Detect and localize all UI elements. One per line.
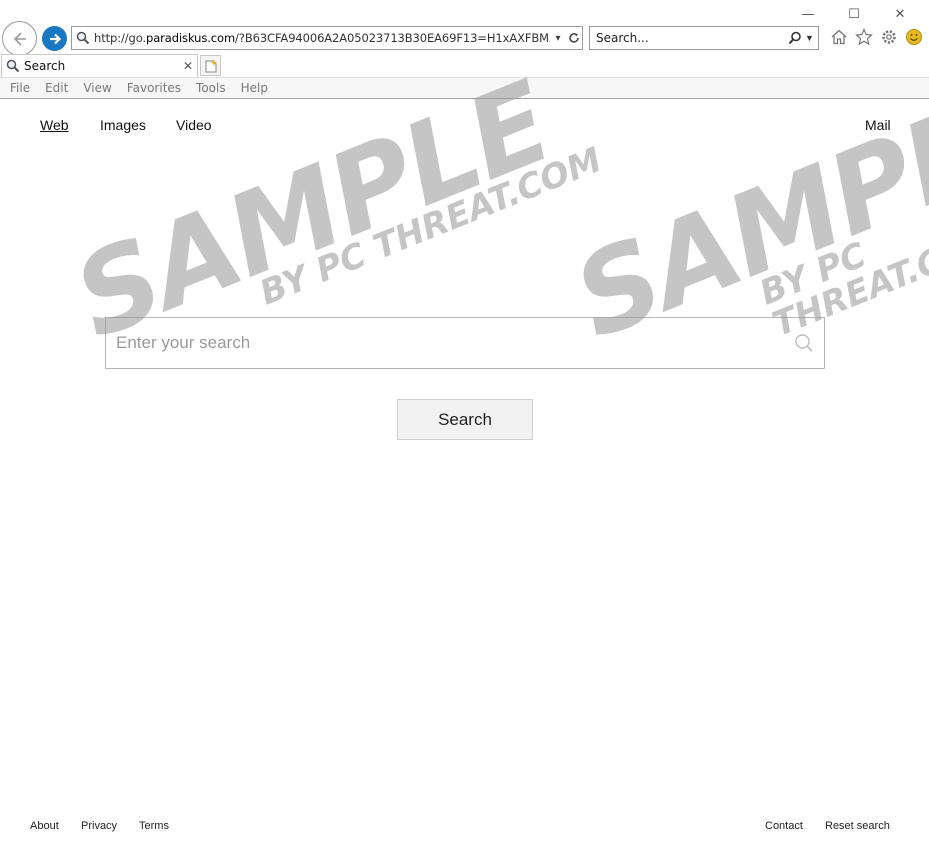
toolbar-icons xyxy=(829,27,924,47)
footer-privacy-link[interactable]: Privacy xyxy=(81,820,117,832)
top-navigation: Web Images Video Mail xyxy=(0,117,929,137)
watermark-sub-text: BY PC THREAT.COM xyxy=(754,217,929,346)
new-tab-icon xyxy=(205,59,217,72)
browser-search-box[interactable]: ▼ xyxy=(589,26,819,50)
window-controls: — ☐ ✕ xyxy=(785,4,923,24)
favorites-star-icon[interactable] xyxy=(854,27,874,47)
chevron-down-icon: ▼ xyxy=(805,33,814,43)
url-domain: paradiskus.com xyxy=(146,31,236,45)
browser-search-input[interactable] xyxy=(590,31,784,45)
gear-icon[interactable] xyxy=(879,27,899,47)
menu-view[interactable]: View xyxy=(83,81,111,95)
nav-images-link[interactable]: Images xyxy=(100,117,146,133)
url-rest: /?B63CFA94006A2A05023713B30EA69F13=H1xAX… xyxy=(235,31,550,45)
browser-chrome: — ☐ ✕ http://go.paradiskus.com/?B63CFA94… xyxy=(0,0,929,99)
tab-title: Search xyxy=(24,59,66,73)
refresh-icon[interactable] xyxy=(566,32,582,44)
watermark-main-text: SAMPLE xyxy=(557,57,929,365)
minimize-button[interactable]: — xyxy=(785,4,831,24)
browser-search-button[interactable]: ▼ xyxy=(784,31,818,45)
close-window-button[interactable]: ✕ xyxy=(877,4,923,24)
home-icon[interactable] xyxy=(829,27,849,47)
tab-close-icon[interactable]: ✕ xyxy=(179,59,197,73)
new-tab-button[interactable] xyxy=(200,55,221,76)
menu-file[interactable]: File xyxy=(10,81,30,95)
footer-reset-search-link[interactable]: Reset search xyxy=(825,820,890,832)
menu-bar: File Edit View Favorites Tools Help xyxy=(0,77,929,98)
menu-favorites[interactable]: Favorites xyxy=(127,81,181,95)
footer-contact-link[interactable]: Contact xyxy=(765,820,803,832)
tab-search-icon xyxy=(6,59,20,73)
address-bar[interactable]: http://go.paradiskus.com/?B63CFA94006A2A… xyxy=(71,26,583,50)
search-icon[interactable] xyxy=(784,333,824,353)
url-prefix: http://go. xyxy=(94,31,147,45)
address-url[interactable]: http://go.paradiskus.com/?B63CFA94006A2A… xyxy=(94,31,550,45)
nav-web-link[interactable]: Web xyxy=(40,117,69,133)
back-arrow-icon xyxy=(13,31,26,46)
tab-search[interactable]: Search ✕ xyxy=(1,54,198,77)
nav-video-link[interactable]: Video xyxy=(176,117,212,133)
smiley-feedback-icon[interactable] xyxy=(904,27,924,47)
address-dropdown-icon[interactable]: ▾ xyxy=(550,33,566,44)
search-icon xyxy=(788,31,801,45)
menu-edit[interactable]: Edit xyxy=(45,81,68,95)
search-button[interactable]: Search xyxy=(397,399,533,440)
watermark-sub-text: BY PC THREAT.COM xyxy=(254,139,608,314)
menu-tools[interactable]: Tools xyxy=(196,81,226,95)
footer: About Privacy Terms Contact Reset search xyxy=(0,820,929,834)
main-search-input[interactable] xyxy=(106,318,784,368)
footer-about-link[interactable]: About xyxy=(30,820,59,832)
main-search-box[interactable] xyxy=(105,317,825,369)
forward-button[interactable] xyxy=(42,26,67,51)
forward-arrow-icon xyxy=(49,33,61,44)
footer-terms-link[interactable]: Terms xyxy=(139,820,169,832)
page-search-icon xyxy=(72,31,94,45)
nav-mail-link[interactable]: Mail xyxy=(865,117,891,133)
back-button[interactable] xyxy=(2,21,37,56)
maximize-button[interactable]: ☐ xyxy=(831,4,877,24)
menu-help[interactable]: Help xyxy=(241,81,268,95)
